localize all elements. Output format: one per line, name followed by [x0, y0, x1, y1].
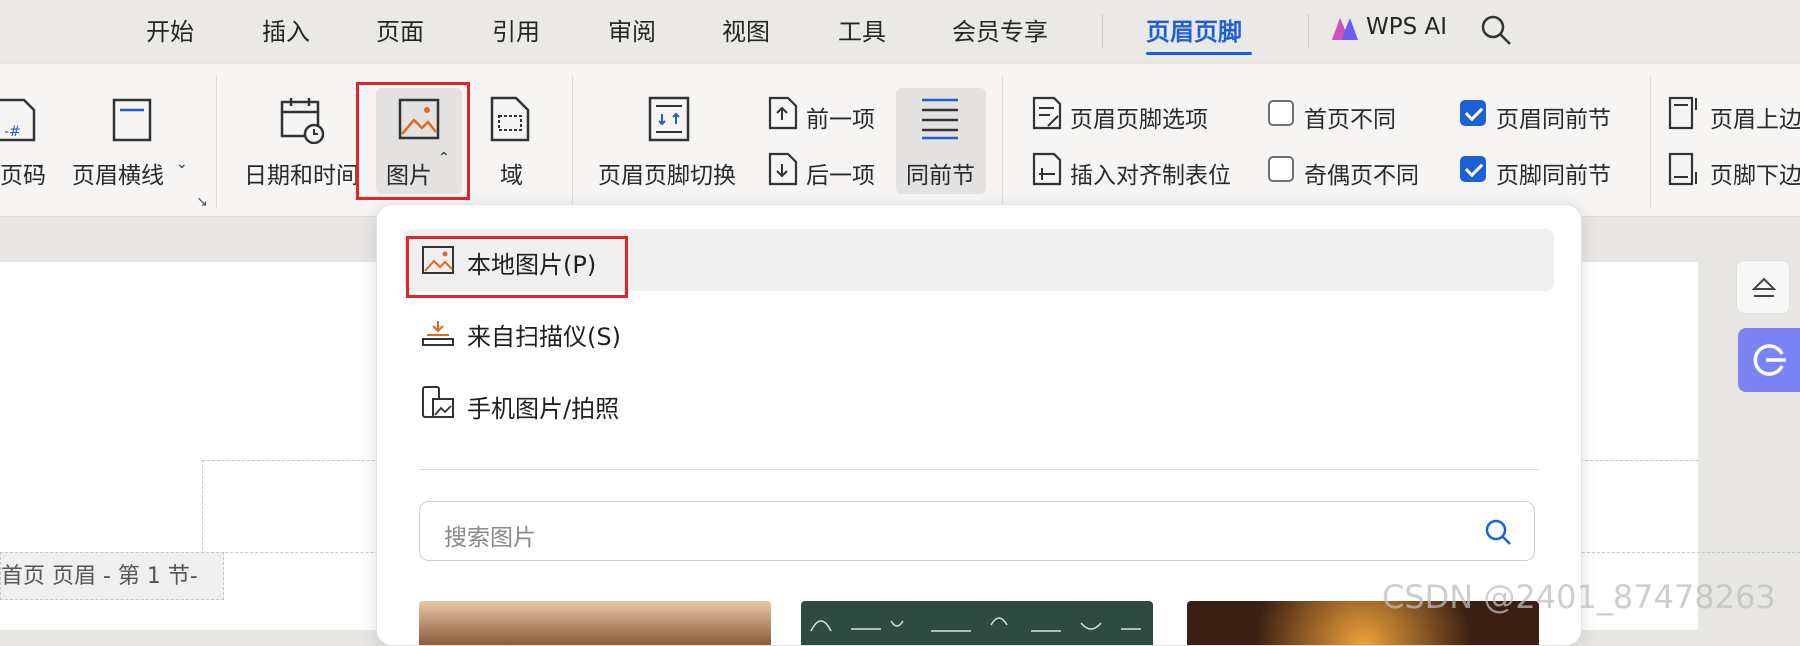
- local-picture-highlight-box: [406, 236, 628, 298]
- menu-view[interactable]: 视图: [722, 12, 770, 47]
- picture-thumbnail[interactable]: [419, 601, 771, 645]
- header-footer-switch-icon[interactable]: [648, 96, 690, 142]
- picture-search-field[interactable]: 搜索图片: [419, 501, 1535, 561]
- insert-tab-stop-icon[interactable]: [1032, 152, 1062, 186]
- menu-page[interactable]: 页面: [376, 12, 424, 47]
- phone-picture-icon[interactable]: [421, 385, 455, 419]
- menu-insert[interactable]: 插入: [262, 12, 310, 47]
- same-as-previous-icon[interactable]: [920, 96, 960, 140]
- ai-assistant-icon: [1753, 344, 1786, 376]
- menu-tools[interactable]: 工具: [838, 12, 886, 47]
- header-same-as-previous-label[interactable]: 页眉同前节: [1496, 100, 1611, 134]
- header-footer-options-label[interactable]: 页眉页脚选项: [1070, 100, 1208, 134]
- menu-member[interactable]: 会员专享: [952, 12, 1048, 47]
- scanner-icon[interactable]: [421, 317, 455, 347]
- first-page-different-checkbox[interactable]: [1268, 100, 1294, 126]
- field-label[interactable]: 域: [500, 156, 523, 190]
- footer-bottom-margin-icon[interactable]: [1668, 152, 1700, 186]
- eject-icon: [1751, 277, 1777, 297]
- header-footer-switch-label[interactable]: 页眉页脚切换: [598, 156, 736, 190]
- next-item-label[interactable]: 后一项: [806, 156, 875, 190]
- footer-same-as-previous-checkbox[interactable]: [1460, 156, 1486, 182]
- footer-bottom-margin-label[interactable]: 页脚下边: [1710, 156, 1800, 190]
- ribbon-separator: [1650, 76, 1651, 208]
- dropdown-separator: [419, 469, 1539, 470]
- collapse-panel-button[interactable]: [1736, 260, 1790, 314]
- header-footer-options-icon[interactable]: [1032, 96, 1062, 130]
- insert-tab-stop-label[interactable]: 插入对齐制表位: [1070, 156, 1231, 190]
- menu-separator: [1308, 14, 1309, 48]
- picture-thumbnail[interactable]: [801, 601, 1153, 645]
- footer-same-as-previous-label[interactable]: 页脚同前节: [1496, 156, 1611, 190]
- menu-bar: 开始 插入 页面 引用 审阅 视图 工具 会员专享 页眉页脚 WPS AI: [0, 0, 1800, 60]
- chevron-down-icon[interactable]: ⌄: [34, 156, 46, 172]
- date-time-label[interactable]: 日期和时间: [244, 156, 359, 190]
- search-icon[interactable]: [1484, 518, 1512, 546]
- first-page-different-label[interactable]: 首页不同: [1304, 100, 1396, 134]
- header-boundary: [202, 460, 203, 550]
- menu-reference[interactable]: 引用: [492, 12, 540, 47]
- same-as-previous-label[interactable]: 同前节: [906, 156, 975, 190]
- menu-separator: [1102, 14, 1103, 48]
- menu-review[interactable]: 审阅: [608, 12, 656, 47]
- ai-assistant-button[interactable]: [1738, 328, 1800, 392]
- ribbon-separator: [216, 76, 217, 208]
- header-top-margin-icon[interactable]: [1668, 96, 1700, 130]
- ribbon-separator: [1002, 76, 1003, 208]
- previous-item-icon[interactable]: [768, 96, 798, 130]
- odd-even-different-checkbox[interactable]: [1268, 156, 1294, 182]
- header-same-as-previous-checkbox[interactable]: [1460, 100, 1486, 126]
- active-tab-underline: [1146, 52, 1252, 55]
- svg-text:-#: -#: [4, 124, 21, 140]
- search-icon[interactable]: [1480, 14, 1512, 46]
- menu-header-footer[interactable]: 页眉页脚: [1146, 12, 1242, 47]
- picture-highlight-box: [356, 82, 470, 200]
- dialog-launcher-icon[interactable]: ↘: [196, 194, 208, 210]
- wps-ai-label[interactable]: WPS AI: [1366, 14, 1447, 40]
- previous-item-label[interactable]: 前一项: [806, 100, 875, 134]
- menu-start[interactable]: 开始: [146, 12, 194, 47]
- page-number-icon[interactable]: -#: [0, 98, 36, 142]
- field-icon[interactable]: [490, 96, 530, 142]
- phone-picture-item[interactable]: 手机图片/拍照: [467, 389, 619, 424]
- from-scanner-item[interactable]: 来自扫描仪(S): [467, 317, 621, 352]
- watermark: CSDN @2401_87478263: [1382, 578, 1776, 616]
- chalkboard-formula-image: [810, 617, 1141, 632]
- chevron-down-icon[interactable]: ⌄: [176, 156, 188, 172]
- header-section-tag: 首页 页眉 - 第 1 节-: [0, 552, 224, 600]
- next-item-icon[interactable]: [768, 152, 798, 186]
- wps-ai-icon[interactable]: [1330, 16, 1360, 42]
- ribbon-separator: [572, 76, 573, 208]
- header-top-margin-label[interactable]: 页眉上边: [1710, 100, 1800, 134]
- header-line-label[interactable]: 页眉横线: [72, 156, 164, 190]
- search-placeholder: 搜索图片: [444, 525, 536, 551]
- calendar-clock-icon[interactable]: [280, 96, 326, 144]
- odd-even-different-label[interactable]: 奇偶页不同: [1304, 156, 1419, 190]
- header-line-icon[interactable]: [112, 98, 152, 142]
